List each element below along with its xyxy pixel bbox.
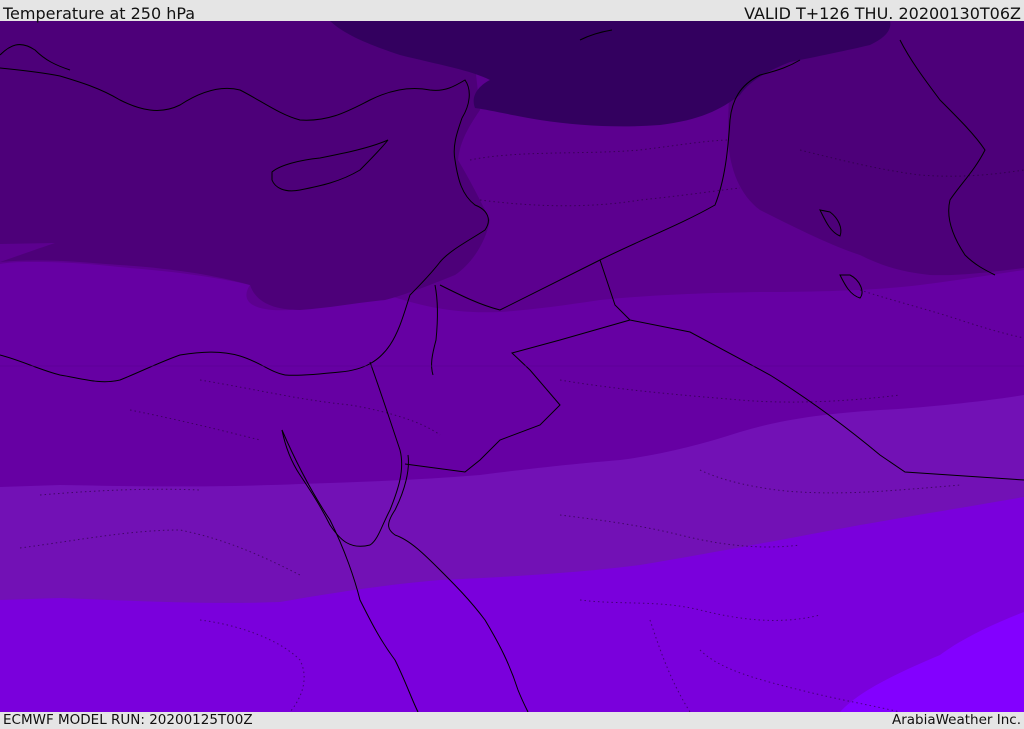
map-svg	[0, 21, 1024, 712]
valid-time-label: VALID T+126 THU. 20200130T06Z	[744, 4, 1021, 23]
temperature-map[interactable]	[0, 21, 1024, 712]
credit-label: ArabiaWeather Inc.	[891, 712, 1021, 728]
footer-bar: ECMWF MODEL RUN: 20200125T00Z ArabiaWeat…	[0, 712, 1024, 729]
model-run-label: ECMWF MODEL RUN: 20200125T00Z	[3, 712, 253, 728]
chart-title: Temperature at 250 hPa	[3, 4, 196, 23]
header-bar: Temperature at 250 hPa VALID T+126 THU. …	[0, 0, 1024, 23]
